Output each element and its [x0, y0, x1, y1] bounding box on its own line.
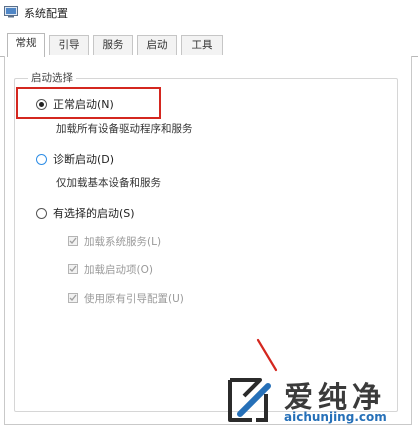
tab-boot[interactable]: 引导 — [49, 35, 89, 55]
checkbox-checked-icon — [68, 293, 78, 303]
load-startup-items-label: 加载启动项(O) — [84, 263, 153, 276]
tab-tools[interactable]: 工具 — [181, 35, 223, 55]
diagnostic-startup-description: 仅加载基本设备和服务 — [56, 177, 161, 189]
load-system-services-label: 加载系统服务(L) — [84, 235, 162, 248]
radio-unchecked-icon — [36, 207, 47, 219]
checkbox-checked-icon — [68, 264, 78, 274]
diagnostic-startup-label: 诊断启动(D) — [53, 153, 115, 166]
tab-startup[interactable]: 启动 — [137, 35, 177, 55]
load-startup-items-checkbox[interactable]: 加载启动项(O) — [68, 262, 153, 276]
diagnostic-startup-radio[interactable]: 诊断启动(D) — [36, 151, 114, 167]
selective-startup-radio[interactable]: 有选择的启动(S) — [36, 205, 135, 221]
window-title: 系统配置 — [24, 7, 68, 20]
load-system-services-checkbox[interactable]: 加载系统服务(L) — [68, 234, 161, 248]
startup-selection-legend: 启动选择 — [28, 70, 76, 85]
watermark-url: aichunjing.com — [284, 410, 387, 424]
normal-startup-description: 加载所有设备驱动程序和服务 — [56, 123, 193, 135]
watermark: 爱纯净 aichunjing.com — [224, 372, 416, 428]
watermark-logo-icon — [228, 378, 271, 422]
tab-general[interactable]: 常规 — [7, 33, 45, 57]
title-bar: 系统配置 — [0, 0, 418, 30]
selective-startup-label: 有选择的启动(S) — [53, 207, 135, 220]
system-config-icon — [4, 6, 18, 18]
tab-strip: 常规 引导 服务 启动 工具 — [0, 30, 418, 57]
highlight-box — [16, 87, 161, 119]
radio-unchecked-icon — [36, 153, 47, 165]
use-original-boot-config-label: 使用原有引导配置(U) — [84, 292, 184, 305]
checkbox-checked-icon — [68, 236, 78, 246]
use-original-boot-config-checkbox[interactable]: 使用原有引导配置(U) — [68, 291, 184, 305]
annotation-arrow-icon — [256, 338, 278, 372]
tab-services[interactable]: 服务 — [93, 35, 133, 55]
